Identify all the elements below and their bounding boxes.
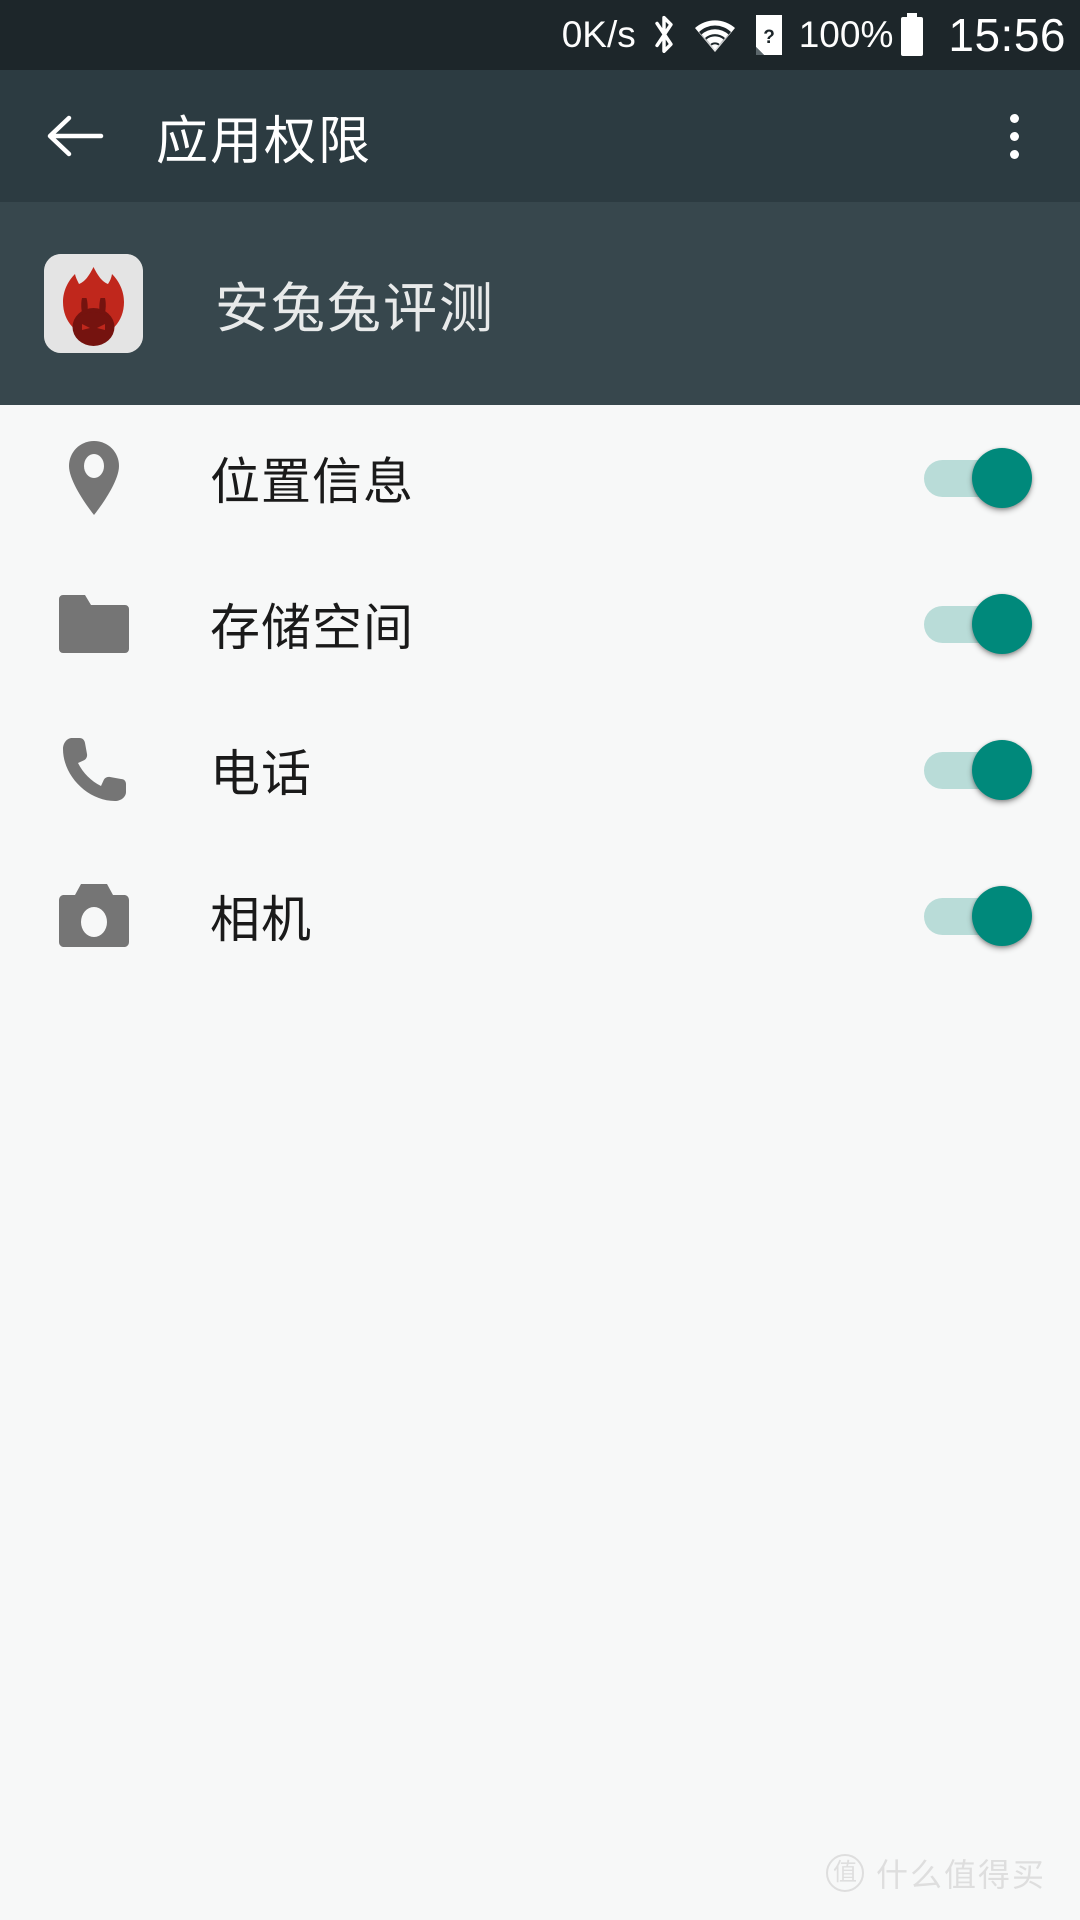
permission-row-storage[interactable]: 存储空间 <box>0 551 1080 697</box>
permission-toggle-location[interactable] <box>924 448 1032 508</box>
permission-label: 存储空间 <box>210 600 414 656</box>
permission-row-phone[interactable]: 电话 <box>0 697 1080 843</box>
app-info-header: 安兔兔评测 <box>0 202 1080 405</box>
overflow-dot <box>1009 149 1019 159</box>
permission-list: 位置信息 存储空间 电话 相机 <box>0 405 1080 989</box>
app-bar: 应用权限 <box>0 70 1080 202</box>
watermark-text: 什么值得买 <box>875 1857 1046 1893</box>
phone-screen: 0K/s ? 100% 15:56 应用权限 安兔兔评测 位置信息 存储空间 电… <box>0 0 1080 1920</box>
overflow-dot <box>1009 113 1019 123</box>
app-name-label: 安兔兔评测 <box>215 279 495 339</box>
back-button[interactable] <box>38 100 110 172</box>
location-pin-icon <box>56 440 132 516</box>
permission-toggle-phone[interactable] <box>924 740 1032 800</box>
permission-toggle-camera[interactable] <box>924 886 1032 946</box>
bluetooth-icon <box>650 13 678 57</box>
permission-label: 位置信息 <box>210 454 414 510</box>
camera-icon <box>56 878 132 954</box>
page-title: 应用权限 <box>156 112 373 171</box>
status-bar: 0K/s ? 100% 15:56 <box>0 0 1080 70</box>
status-bar-clock: 15:56 <box>948 9 1066 61</box>
permission-label: 电话 <box>210 746 312 802</box>
toggle-thumb <box>972 594 1032 654</box>
antutu-app-icon <box>44 254 143 353</box>
toggle-thumb <box>972 448 1032 508</box>
overflow-menu-button[interactable] <box>982 91 1046 181</box>
permission-label: 相机 <box>210 892 312 948</box>
permission-toggle-storage[interactable] <box>924 594 1032 654</box>
watermark: 值 什么值得买 <box>825 1850 1046 1896</box>
phone-icon <box>56 732 132 808</box>
battery-full-icon <box>898 12 926 58</box>
permission-row-location[interactable]: 位置信息 <box>0 405 1080 551</box>
sim-card-unknown-icon: ? <box>752 13 786 57</box>
back-arrow-icon <box>47 115 104 157</box>
overflow-dot <box>1009 131 1019 141</box>
folder-icon <box>56 586 132 662</box>
network-speed-text: 0K/s <box>561 14 636 55</box>
battery-percent-text: 100% <box>798 14 894 55</box>
toggle-thumb <box>972 886 1032 946</box>
toggle-thumb <box>972 740 1032 800</box>
svg-text:?: ? <box>763 27 775 48</box>
permission-row-camera[interactable]: 相机 <box>0 843 1080 989</box>
wifi-icon <box>691 15 739 55</box>
watermark-badge: 值 <box>825 1854 864 1892</box>
